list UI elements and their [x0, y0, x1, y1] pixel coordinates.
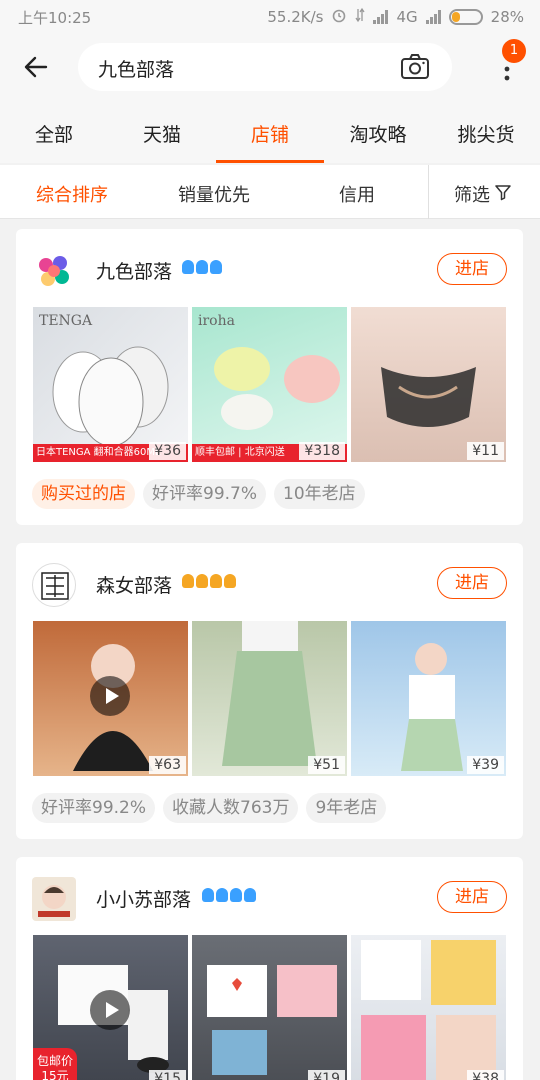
product-thumbnail[interactable]: 包邮价 15元 ¥15	[33, 935, 188, 1080]
enter-shop-button[interactable]: 进店	[437, 567, 507, 599]
active-tab-indicator	[216, 160, 324, 163]
shop-card[interactable]: 九色部落 进店 TENGA 日本TENGA 翻和合器60ML ¥36 iroha…	[16, 229, 523, 525]
product-thumbnail[interactable]: ¥38	[351, 935, 506, 1080]
signal-icon-2	[425, 10, 441, 24]
product-thumbnail[interactable]: TENGA 日本TENGA 翻和合器60ML ¥36	[33, 307, 188, 462]
crown-icon	[182, 574, 236, 588]
shop-tag: 购买过的店	[32, 479, 135, 509]
product-price: ¥15	[149, 1070, 186, 1080]
product-price: ¥63	[149, 756, 186, 774]
product-thumbnail[interactable]: ¥11	[351, 307, 506, 462]
search-input[interactable]: 九色部落	[78, 43, 452, 91]
tab-all[interactable]: 全部	[35, 120, 73, 147]
enter-shop-button[interactable]: 进店	[437, 881, 507, 913]
shop-tag: 9年老店	[306, 793, 387, 823]
product-price: ¥11	[467, 442, 504, 460]
enter-shop-button[interactable]: 进店	[437, 253, 507, 285]
shop-tag: 10年老店	[274, 479, 365, 509]
shop-name[interactable]: 森女部落	[96, 571, 172, 598]
tab-guides[interactable]: 淘攻略	[349, 120, 406, 147]
status-indicators: 55.2K/s 4G 28%	[267, 7, 524, 27]
search-header: 九色部落 1	[0, 33, 540, 101]
diamond-icon	[202, 888, 256, 902]
sort-overall[interactable]: 综合排序	[36, 181, 108, 207]
funnel-icon	[494, 183, 512, 206]
tab-shops[interactable]: 店铺	[251, 120, 289, 147]
sort-sales[interactable]: 销量优先	[178, 181, 250, 207]
play-video-icon[interactable]	[90, 676, 130, 716]
category-tabs: 全部 天猫 店铺 淘攻略 挑尖货	[0, 101, 540, 163]
shop-logo	[32, 249, 76, 293]
sort-divider	[428, 165, 429, 219]
network-speed: 55.2K/s	[267, 8, 324, 26]
alarm-icon	[331, 7, 347, 27]
network-type: 4G	[396, 8, 418, 26]
shop-card[interactable]: 森女部落 进店 ¥63 ¥51 ¥39 好评率99.2% 收藏人数763万 9年…	[16, 543, 523, 839]
product-price: ¥318	[299, 442, 345, 460]
sort-bar: 综合排序 销量优先 信用 筛选	[0, 165, 540, 219]
search-query: 九色部落	[98, 59, 175, 81]
shop-tag: 好评率99.7%	[143, 479, 267, 509]
product-price: ¥39	[467, 756, 504, 774]
shop-card[interactable]: 小小苏部落 进店 包邮价 15元 ¥15 ¥19 ¥38	[16, 857, 523, 1080]
notification-badge: 1	[502, 39, 526, 63]
sort-credit[interactable]: 信用	[339, 181, 375, 207]
battery-percent: 28%	[490, 8, 524, 26]
back-arrow-icon[interactable]	[20, 51, 52, 83]
product-thumbnail[interactable]: ¥51	[192, 621, 347, 776]
diamond-icon	[182, 260, 222, 274]
shop-tags: 好评率99.2% 收藏人数763万 9年老店	[32, 793, 387, 823]
product-thumbnail[interactable]: ¥39	[351, 621, 506, 776]
signal-icon	[373, 10, 389, 24]
status-time: 上午10:25	[18, 9, 92, 27]
product-price: ¥36	[149, 442, 186, 460]
shop-tag: 收藏人数763万	[163, 793, 299, 823]
shop-name[interactable]: 九色部落	[96, 257, 172, 284]
product-thumbnail[interactable]: ¥19	[192, 935, 347, 1080]
filter-label: 筛选	[454, 185, 490, 206]
battery-icon	[448, 9, 483, 25]
filter-button[interactable]: 筛选	[454, 181, 512, 207]
shop-name[interactable]: 小小苏部落	[96, 885, 191, 912]
shop-logo	[32, 563, 76, 607]
status-bar: 上午10:25 55.2K/s 4G 28%	[0, 0, 540, 33]
product-price: ¥19	[308, 1070, 345, 1080]
play-video-icon[interactable]	[90, 990, 130, 1030]
shop-tags: 购买过的店 好评率99.7% 10年老店	[32, 479, 365, 509]
product-price: ¥51	[308, 756, 345, 774]
shop-tag: 好评率99.2%	[32, 793, 156, 823]
tab-picks[interactable]: 挑尖货	[457, 120, 514, 147]
product-thumbnail[interactable]: iroha 顺丰包邮 | 北京闪送 ¥318	[192, 307, 347, 462]
product-promo-badge: 包邮价 15元	[33, 1048, 77, 1080]
camera-icon[interactable]	[400, 53, 430, 81]
product-thumbnail[interactable]: ¥63	[33, 621, 188, 776]
data-transfer-icon	[355, 7, 366, 27]
shop-logo	[32, 877, 76, 921]
tab-tmall[interactable]: 天猫	[143, 120, 181, 147]
product-price: ¥38	[467, 1070, 504, 1080]
